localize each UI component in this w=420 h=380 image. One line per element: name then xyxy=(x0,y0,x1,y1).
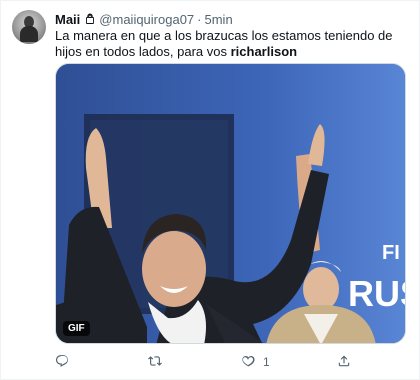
tweet-timestamp[interactable]: 5min xyxy=(205,12,233,27)
background-sign-rus: RUS xyxy=(348,273,406,314)
protected-account-icon xyxy=(84,13,96,25)
avatar-figure-body xyxy=(20,26,38,42)
tweet-actions: 1 xyxy=(55,353,355,371)
tweet-header: Maii @maiiquiroga07 · 5min xyxy=(55,10,233,28)
avatar[interactable] xyxy=(12,10,46,44)
share-icon xyxy=(337,354,351,371)
tweet-text-body: La manera en que a los brazucas los esta… xyxy=(55,28,393,59)
tweet-media-gif[interactable]: FI RUS GIF xyxy=(55,63,406,344)
retweet-icon xyxy=(148,354,162,371)
separator-dot: · xyxy=(197,11,202,27)
background-sign-fi: FI xyxy=(382,242,400,264)
tweet-text: La manera en que a los brazucas los esta… xyxy=(55,28,407,60)
like-button[interactable]: 1 xyxy=(241,353,270,371)
share-button[interactable] xyxy=(337,353,351,371)
gif-badge: GIF xyxy=(63,321,90,336)
author-handle[interactable]: @maiiquiroga07 xyxy=(99,12,194,27)
reply-icon xyxy=(55,354,69,371)
heart-icon xyxy=(241,354,255,371)
retweet-button[interactable] xyxy=(148,353,162,371)
reply-button[interactable] xyxy=(55,353,69,371)
author-name[interactable]: Maii xyxy=(55,12,80,27)
like-count: 1 xyxy=(263,355,270,369)
tweet-text-mention: richarlison xyxy=(230,44,298,59)
tweet-card[interactable]: Maii @maiiquiroga07 · 5min La manera en … xyxy=(0,0,420,380)
gif-frame-illustration: FI RUS xyxy=(56,64,406,343)
